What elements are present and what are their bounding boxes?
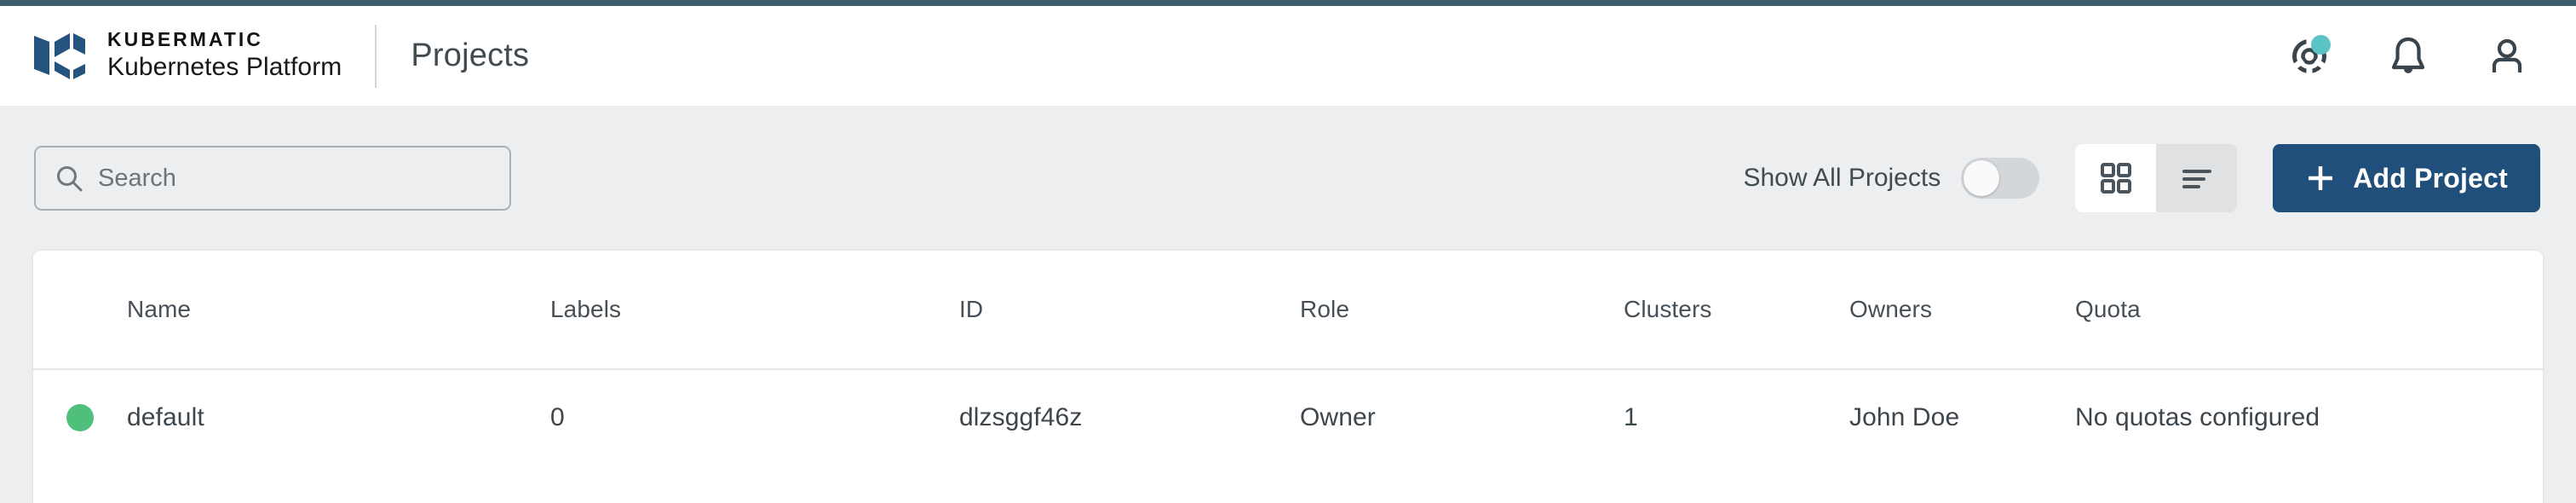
grid-view-icon [2099,161,2133,195]
cell-id: dlzsggf46z [959,403,1300,432]
status-indicator-icon [66,404,94,431]
brand-text: KUBERMATIC Kubernetes Platform [107,29,342,83]
project-status [33,404,127,431]
brand-name-primary: KUBERMATIC [107,29,342,51]
cell-labels: 0 [550,403,959,432]
column-header-quota: Quota [2075,296,2484,323]
toolbar-right-group: Show All Projects [1743,144,2540,212]
add-project-label: Add Project [2353,163,2508,194]
table-row[interactable]: default 0 dlzsggf46z Owner 1 John Doe No… [33,370,2543,465]
grid-view-button[interactable] [2075,144,2156,212]
toggle-knob [1964,160,1999,196]
column-header-owners: Owners [1849,296,2075,323]
list-view-button[interactable] [2156,144,2237,212]
projects-table: Name Labels ID Role Clusters Owners Quot… [33,251,2543,465]
projects-card: Name Labels ID Role Clusters Owners Quot… [33,251,2543,503]
cell-role: Owner [1300,403,1624,432]
kubermatic-logo-icon [32,31,85,80]
bell-icon [2389,35,2428,78]
projects-toolbar: Show All Projects [0,106,2576,251]
cell-name: default [127,403,550,432]
list-view-icon [2180,161,2214,195]
column-header-labels: Labels [550,296,959,323]
cell-quota: No quotas configured [2075,403,2484,432]
show-all-projects-toggle[interactable] [1961,158,2039,199]
column-header-role: Role [1300,296,1624,323]
column-header-clusters: Clusters [1624,296,1849,323]
page-title: Projects [411,38,529,74]
help-badge-dot [2311,35,2331,55]
help-button[interactable] [2286,33,2332,79]
brand[interactable]: KUBERMATIC Kubernetes Platform [32,29,342,83]
column-header-name: Name [127,296,550,323]
plus-icon [2305,163,2336,194]
app-header: KUBERMATIC Kubernetes Platform Projects [0,6,2576,106]
notifications-button[interactable] [2385,33,2431,79]
view-mode-group [2075,144,2237,212]
brand-name-secondary: Kubernetes Platform [107,53,342,83]
search-icon [55,164,83,193]
show-all-projects-label: Show All Projects [1743,164,1941,193]
table-header-row: Name Labels ID Role Clusters Owners Quot… [33,251,2543,370]
account-button[interactable] [2484,33,2530,79]
search-box[interactable] [34,146,511,211]
header-actions [2286,33,2530,79]
top-accent-strip [0,0,2576,6]
cell-clusters: 1 [1624,403,1849,432]
column-header-id: ID [959,296,1300,323]
header-divider [375,25,377,88]
projects-page: KUBERMATIC Kubernetes Platform Projects [0,0,2576,503]
cell-owners: John Doe [1849,403,2075,432]
user-icon [2487,35,2527,78]
search-input[interactable] [98,165,464,193]
add-project-button[interactable]: Add Project [2273,144,2540,212]
